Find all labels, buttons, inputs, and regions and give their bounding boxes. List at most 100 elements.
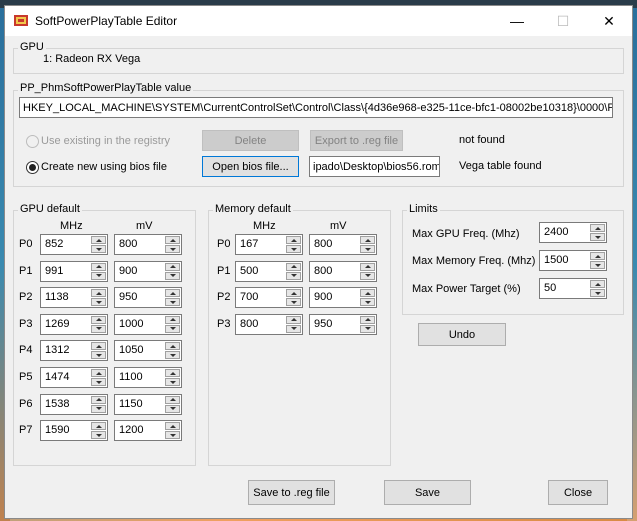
memory_default-mhz-spinner[interactable]: 167 xyxy=(235,234,303,255)
memory_default-mv-spinner[interactable]: 900 xyxy=(309,287,377,309)
gpu_default-mv-spinner[interactable]: 1200 xyxy=(114,420,182,442)
spin-down-icon[interactable] xyxy=(165,404,180,413)
spin-up-icon[interactable] xyxy=(165,315,180,324)
memory_default-mhz-spinner[interactable]: 800 xyxy=(235,313,303,335)
maximize-button[interactable]: ☐ xyxy=(540,6,586,36)
spin-up-icon[interactable] xyxy=(590,252,605,260)
export-reg-button[interactable]: Export to .reg file xyxy=(310,130,403,151)
spin-up-icon[interactable] xyxy=(286,236,301,244)
spin-up-icon[interactable] xyxy=(91,422,106,431)
spin-up-icon[interactable] xyxy=(165,369,180,377)
gpu_default-mhz-spinner[interactable]: 1590 xyxy=(40,420,108,442)
spin-down-icon[interactable] xyxy=(165,431,180,440)
gpu_default-mhz-spinner[interactable]: 1269 xyxy=(40,313,108,335)
spin-down-icon[interactable] xyxy=(91,404,106,413)
spin-down-icon[interactable] xyxy=(165,271,180,280)
spin-up-icon[interactable] xyxy=(165,289,180,298)
spin-up-icon[interactable] xyxy=(286,262,301,271)
spin-down-icon[interactable] xyxy=(286,245,301,253)
save-reg-button[interactable]: Save to .reg file xyxy=(248,480,335,505)
gpu_default-mhz-spinner[interactable]: 1538 xyxy=(40,393,108,415)
gpu_default-mv-spinner[interactable]: 1000 xyxy=(114,313,182,335)
spin-down-icon[interactable] xyxy=(165,245,180,253)
spin-up-icon[interactable] xyxy=(91,289,106,298)
spin-up-icon[interactable] xyxy=(165,395,180,404)
max-power-spinner[interactable]: 50 xyxy=(539,278,607,299)
spin-down-icon[interactable] xyxy=(91,431,106,440)
close-button[interactable]: Close xyxy=(548,480,608,505)
spin-down-icon[interactable] xyxy=(165,324,180,333)
delete-button[interactable]: Delete xyxy=(202,130,299,151)
spin-up-icon[interactable] xyxy=(91,369,106,377)
spin-up-icon[interactable] xyxy=(360,289,375,298)
spin-down-icon[interactable] xyxy=(91,271,106,280)
spin-up-icon[interactable] xyxy=(165,342,180,351)
registry-path-field[interactable]: HKEY_LOCAL_MACHINE\SYSTEM\CurrentControl… xyxy=(19,97,613,118)
spin-down-icon[interactable] xyxy=(91,245,106,253)
spin-up-icon[interactable] xyxy=(286,315,301,324)
gpu_default-state-label: P2 xyxy=(19,291,33,304)
memory_default-mv-spinner[interactable]: 950 xyxy=(309,313,377,335)
spin-down-icon[interactable] xyxy=(91,378,106,386)
spin-up-icon[interactable] xyxy=(165,236,180,244)
open-bios-button[interactable]: Open bios file... xyxy=(202,156,299,177)
spin-up-icon[interactable] xyxy=(165,422,180,431)
max-mem-spinner[interactable]: 1500 xyxy=(539,250,607,271)
bios-path-field[interactable]: ipado\Desktop\bios56.rom xyxy=(309,156,440,177)
spin-up-icon[interactable] xyxy=(360,262,375,271)
memory_default-mhz-spinner[interactable]: 500 xyxy=(235,260,303,282)
spin-up-icon[interactable] xyxy=(590,280,605,288)
spin-down-icon[interactable] xyxy=(590,233,605,241)
spin-down-icon[interactable] xyxy=(286,271,301,280)
spin-up-icon[interactable] xyxy=(91,315,106,324)
close-window-button[interactable]: ✕ xyxy=(586,6,632,36)
spin-up-icon[interactable] xyxy=(91,262,106,271)
gpu_default-mhz-spinner[interactable]: 1474 xyxy=(40,367,108,388)
spin-down-icon[interactable] xyxy=(590,261,605,269)
gpu_default-mv-spinner[interactable]: 1100 xyxy=(114,367,182,388)
spin-up-icon[interactable] xyxy=(286,289,301,298)
gpu_default-mv-spinner[interactable]: 800 xyxy=(114,234,182,255)
spin-down-icon[interactable] xyxy=(165,298,180,307)
save-button[interactable]: Save xyxy=(384,480,471,505)
gpu_default-mhz-spinner[interactable]: 1312 xyxy=(40,340,108,362)
gpu_default-mhz-spinner[interactable]: 852 xyxy=(40,234,108,255)
memory_default-mhz-spinner[interactable]: 700 xyxy=(235,287,303,309)
spin-down-icon[interactable] xyxy=(360,298,375,307)
spin-up-icon[interactable] xyxy=(91,395,106,404)
spin-up-icon[interactable] xyxy=(360,315,375,324)
spin-down-icon[interactable] xyxy=(91,324,106,333)
spin-up-icon[interactable] xyxy=(91,342,106,351)
spin-down-icon[interactable] xyxy=(91,351,106,360)
spin-up-icon[interactable] xyxy=(360,236,375,244)
spin-down-icon[interactable] xyxy=(360,271,375,280)
max-gpu-spinner[interactable]: 2400 xyxy=(539,222,607,243)
memory_default-mv-spinner[interactable]: 800 xyxy=(309,260,377,282)
app-window: SoftPowerPlayTable Editor — ☐ ✕ GPU 1: R… xyxy=(4,5,633,519)
minimize-button[interactable]: — xyxy=(494,6,540,36)
spin-up-icon[interactable] xyxy=(91,236,106,244)
spin-down-icon[interactable] xyxy=(286,298,301,307)
spin-down-icon[interactable] xyxy=(360,245,375,253)
gpu_default-mv-spinner[interactable]: 950 xyxy=(114,287,182,309)
gpu_default-mv-spinner[interactable]: 1150 xyxy=(114,393,182,415)
memory_default-mv-spinner[interactable]: 800 xyxy=(309,234,377,255)
title-bar[interactable]: SoftPowerPlayTable Editor — ☐ ✕ xyxy=(5,6,632,36)
memory_default-state-label: P3 xyxy=(217,317,231,330)
spin-down-icon[interactable] xyxy=(590,289,605,297)
use-existing-radio[interactable] xyxy=(26,135,39,148)
gpu_default-mv-spinner[interactable]: 900 xyxy=(114,260,182,282)
undo-button[interactable]: Undo xyxy=(418,323,506,346)
spin-down-icon[interactable] xyxy=(360,324,375,333)
gpu_default-mv-spinner[interactable]: 1050 xyxy=(114,340,182,362)
gpu_default-mhz-spinner[interactable]: 991 xyxy=(40,260,108,282)
spin-down-icon[interactable] xyxy=(165,378,180,386)
create-new-radio[interactable] xyxy=(26,161,39,174)
max-mem-value: 1500 xyxy=(544,254,569,266)
spin-down-icon[interactable] xyxy=(91,298,106,307)
spin-up-icon[interactable] xyxy=(165,262,180,271)
spin-up-icon[interactable] xyxy=(590,224,605,232)
gpu_default-mhz-spinner[interactable]: 1138 xyxy=(40,287,108,309)
spin-down-icon[interactable] xyxy=(165,351,180,360)
spin-down-icon[interactable] xyxy=(286,324,301,333)
